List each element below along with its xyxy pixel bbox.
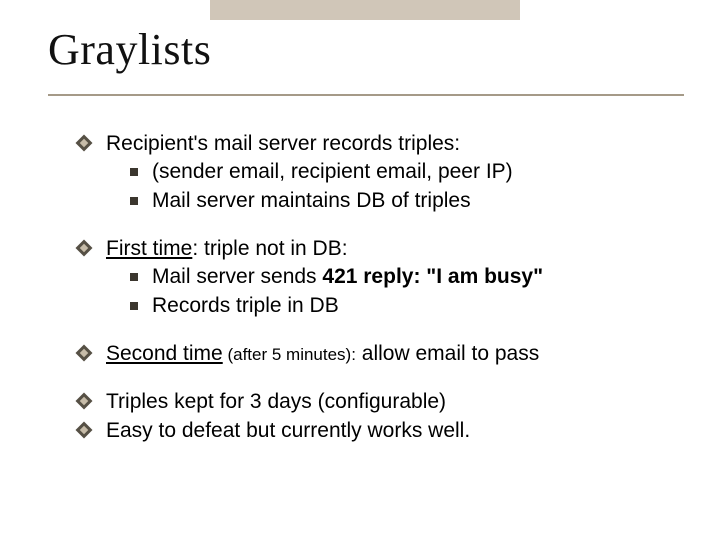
bullet-2-sub-1-b: 421 reply: xyxy=(322,265,420,288)
bullet-3: Second time (after 5 minutes): allow ema… xyxy=(78,340,680,368)
bullet-2-sub-1-a: Mail server sends xyxy=(152,265,322,288)
bullet-3-rest: allow email to pass xyxy=(356,342,539,365)
bullet-4: Triples kept for 3 days (configurable) xyxy=(78,388,680,416)
bullet-2-sub-1: Mail server sends 421 reply: "I am busy" xyxy=(78,263,680,291)
slide-content: Recipient's mail server records triples:… xyxy=(78,130,680,445)
bullet-1-sub-1: (sender email, recipient email, peer IP) xyxy=(78,158,680,186)
bullet-1: Recipient's mail server records triples:… xyxy=(78,130,680,215)
bullet-2: First time: triple not in DB: Mail serve… xyxy=(78,235,680,320)
bullet-1-sub-2: Mail server maintains DB of triples xyxy=(78,187,680,215)
bullet-5-text: Easy to defeat but currently works well. xyxy=(78,417,680,445)
bullet-3-lead-ul: Second time xyxy=(106,342,223,365)
slide: Graylists Recipient's mail server record… xyxy=(0,0,720,540)
bullet-2-sub-2: Records triple in DB xyxy=(78,292,680,320)
bullet-2-sub-1-c: "I am busy" xyxy=(420,265,543,288)
bullet-1-text: Recipient's mail server records triples: xyxy=(78,130,680,158)
top-accent-bar xyxy=(210,0,520,20)
bullet-2-lead-rest: : triple not in DB: xyxy=(192,237,347,260)
title-underline xyxy=(48,94,684,96)
bullet-5: Easy to defeat but currently works well. xyxy=(78,417,680,445)
bullet-3-text: Second time (after 5 minutes): allow ema… xyxy=(78,340,680,368)
bullet-4-text: Triples kept for 3 days (configurable) xyxy=(78,388,680,416)
bullet-3-paren: (after 5 minutes): xyxy=(223,345,356,364)
bullet-2-lead-ul: First time xyxy=(106,237,192,260)
slide-title: Graylists xyxy=(48,24,211,75)
bullet-2-text: First time: triple not in DB: xyxy=(78,235,680,263)
